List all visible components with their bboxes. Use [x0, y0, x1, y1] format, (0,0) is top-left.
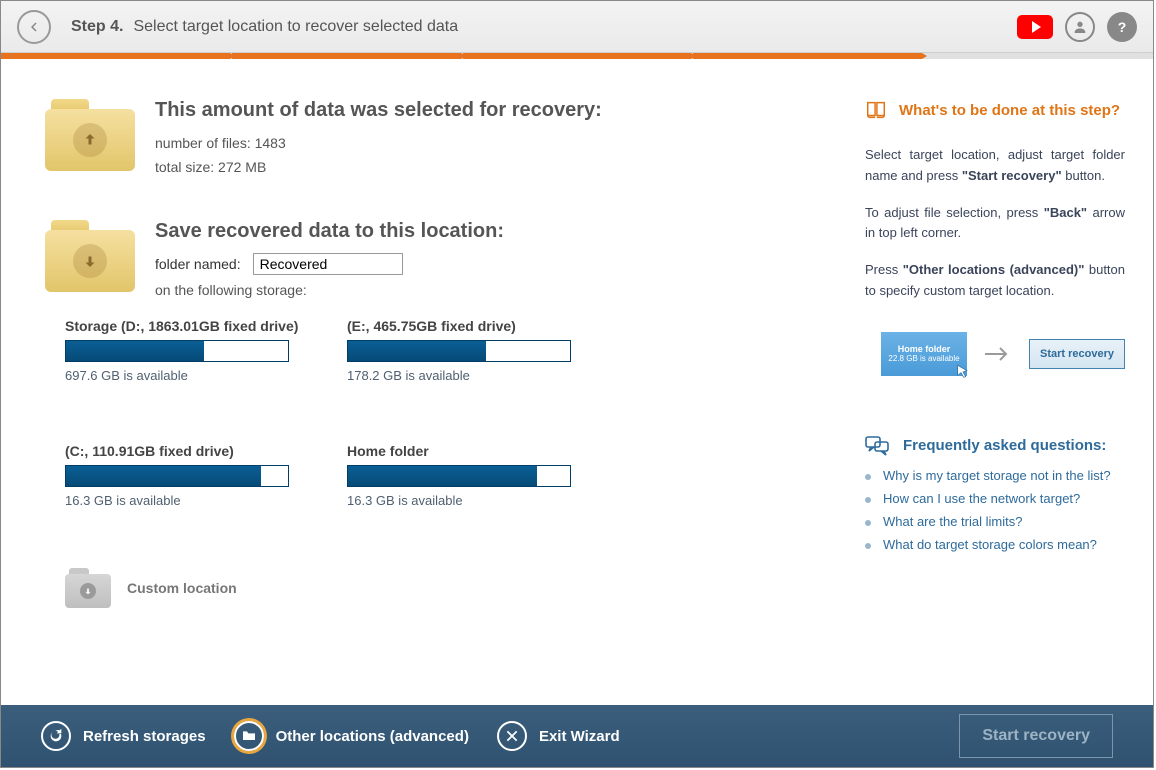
storage-option-c[interactable]: (C:, 110.91GB fixed drive) 16.3 GB is av… — [65, 443, 289, 508]
folder-gray-icon — [65, 568, 111, 608]
back-button[interactable] — [17, 10, 51, 44]
folder-name-input[interactable] — [253, 253, 403, 275]
refresh-icon — [41, 721, 71, 751]
folder-down-icon — [45, 220, 135, 292]
storage-avail: 178.2 GB is available — [347, 368, 571, 383]
faq-link[interactable]: How can I use the network target? — [883, 491, 1080, 506]
target-location: Save recovered data to this location: fo… — [45, 220, 813, 303]
exit-wizard-button[interactable]: Exit Wizard — [497, 721, 620, 751]
storage-title: (C:, 110.91GB fixed drive) — [65, 443, 289, 459]
folder-icon — [234, 721, 264, 751]
storage-option-d[interactable]: Storage (D:, 1863.01GB fixed drive) 697.… — [65, 318, 289, 383]
help-demo-image: Home folder 22.8 GB is available Start r… — [881, 332, 1125, 376]
step-number: Step 4. — [71, 18, 123, 36]
summary-size: total size: 272 MB — [155, 156, 602, 180]
book-icon — [865, 99, 887, 121]
help-icon[interactable]: ? — [1107, 12, 1137, 42]
user-icon[interactable] — [1065, 12, 1095, 42]
arrow-right-icon — [985, 347, 1011, 361]
storage-option-home[interactable]: Home folder 16.3 GB is available — [347, 443, 571, 508]
storage-title: (E:, 465.75GB fixed drive) — [347, 318, 571, 334]
storage-title: Storage (D:, 1863.01GB fixed drive) — [65, 318, 289, 334]
faq-link[interactable]: What do target storage colors mean? — [883, 537, 1097, 552]
storage-avail: 697.6 GB is available — [65, 368, 289, 383]
custom-location-option[interactable]: Custom location — [65, 568, 289, 608]
help-para-2: To adjust file selection, press "Back" a… — [865, 203, 1125, 245]
step-description: Select target location to recover select… — [133, 18, 458, 36]
folder-named-label: folder named: — [155, 256, 241, 272]
on-storage-label: on the following storage: — [155, 279, 504, 303]
close-icon — [497, 721, 527, 751]
start-recovery-button[interactable]: Start recovery — [959, 714, 1113, 758]
faq-link[interactable]: What are the trial limits? — [883, 514, 1022, 529]
youtube-icon[interactable] — [1017, 15, 1053, 39]
faq-heading: Frequently asked questions: — [865, 436, 1125, 456]
faq-link[interactable]: Why is my target storage not in the list… — [883, 468, 1111, 483]
summary-files: number of files: 1483 — [155, 132, 602, 156]
wizard-progress — [1, 53, 1153, 59]
demo-start-button: Start recovery — [1029, 339, 1125, 369]
folder-up-icon — [45, 99, 135, 171]
refresh-storages-button[interactable]: Refresh storages — [41, 721, 206, 751]
storage-title: Home folder — [347, 443, 571, 459]
help-heading: What's to be done at this step? — [865, 99, 1125, 121]
custom-location-label: Custom location — [127, 580, 237, 596]
other-locations-button[interactable]: Other locations (advanced) — [234, 721, 469, 751]
storage-option-e[interactable]: (E:, 465.75GB fixed drive) 178.2 GB is a… — [347, 318, 571, 383]
recovery-summary: This amount of data was selected for rec… — [45, 99, 813, 180]
storage-avail: 16.3 GB is available — [347, 493, 571, 508]
faq-icon — [865, 436, 889, 456]
help-para-1: Select target location, adjust target fo… — [865, 145, 1125, 187]
target-title: Save recovered data to this location: — [155, 220, 504, 243]
storage-avail: 16.3 GB is available — [65, 493, 289, 508]
cursor-icon — [955, 364, 971, 380]
help-para-3: Press "Other locations (advanced)" butto… — [865, 260, 1125, 302]
summary-title: This amount of data was selected for rec… — [155, 99, 602, 122]
